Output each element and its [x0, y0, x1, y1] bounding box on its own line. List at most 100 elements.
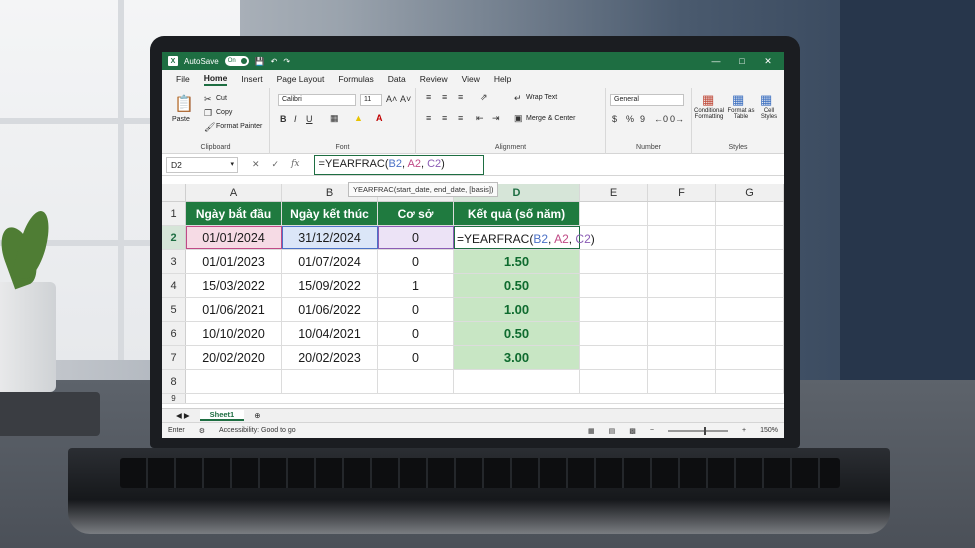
menu-home[interactable]: Home	[203, 73, 228, 86]
align-middle-icon[interactable]: ≡	[442, 92, 447, 102]
increase-indent-icon[interactable]: ⇥	[492, 113, 500, 124]
cell-styles-icon[interactable]: ▦	[760, 92, 772, 108]
column-header-f[interactable]: F	[648, 184, 716, 201]
formula-input[interactable]: =YEARFRAC(B2, A2, C2)	[313, 154, 484, 175]
empty-cell[interactable]	[580, 226, 648, 249]
zoom-slider[interactable]	[668, 426, 728, 435]
undo-icon[interactable]: ↶	[271, 57, 278, 66]
empty-cell[interactable]	[648, 322, 716, 345]
cell-b6[interactable]: 10/04/2021	[282, 322, 378, 345]
zoom-level[interactable]: 150%	[760, 427, 778, 434]
page-layout-view-icon[interactable]: ▤	[609, 427, 616, 435]
underline-icon[interactable]: U	[306, 114, 313, 124]
merge-center-button[interactable]: Merge & Center	[526, 115, 575, 122]
insert-function-icon[interactable]: fx	[291, 159, 299, 170]
empty-cell[interactable]	[580, 298, 648, 321]
empty-cell[interactable]	[648, 370, 716, 393]
cell-c2[interactable]: 0	[378, 226, 454, 249]
cell-d4[interactable]: 0.50	[454, 274, 580, 297]
cell-b2[interactable]: 31/12/2024	[282, 226, 378, 249]
enter-icon[interactable]: ✓	[272, 159, 280, 170]
row-header-6[interactable]: 6	[162, 322, 186, 345]
header-result[interactable]: Kết quả (số năm)	[454, 202, 580, 225]
empty-cell[interactable]	[580, 370, 648, 393]
cell-c3[interactable]: 0	[378, 250, 454, 273]
bold-icon[interactable]: B	[280, 114, 287, 124]
redo-icon[interactable]: ↷	[283, 57, 290, 66]
menu-insert[interactable]: Insert	[241, 74, 262, 84]
add-sheet-icon[interactable]: ⊕	[254, 411, 260, 420]
empty-cell[interactable]	[716, 322, 784, 345]
zoom-in-icon[interactable]: +	[742, 427, 746, 434]
menu-page-layout[interactable]: Page Layout	[277, 74, 325, 84]
cell-c5[interactable]: 0	[378, 298, 454, 321]
cancel-icon[interactable]: ✕	[252, 159, 260, 170]
empty-cell[interactable]	[716, 370, 784, 393]
decrease-indent-icon[interactable]: ⇤	[476, 113, 484, 124]
cell-d6[interactable]: 0.50	[454, 322, 580, 345]
empty-cell[interactable]	[716, 202, 784, 225]
row-header-1[interactable]: 1	[162, 202, 186, 225]
orientation-icon[interactable]: ⇗	[480, 92, 488, 103]
row-header-9[interactable]: 9	[162, 394, 186, 403]
copy-icon[interactable]: ❐	[204, 108, 212, 119]
maximize-icon[interactable]: □	[732, 56, 752, 66]
empty-cell[interactable]	[580, 346, 648, 369]
empty-cell[interactable]	[580, 322, 648, 345]
align-left-icon[interactable]: ≡	[426, 113, 431, 123]
row-header-3[interactable]: 3	[162, 250, 186, 273]
empty-cell[interactable]	[378, 370, 454, 393]
conditional-formatting-button[interactable]: Conditional Formatting	[692, 108, 726, 120]
cell-d5[interactable]: 1.00	[454, 298, 580, 321]
menu-formulas[interactable]: Formulas	[338, 74, 373, 84]
align-bottom-icon[interactable]: ≡	[458, 92, 463, 102]
empty-cell[interactable]	[186, 370, 282, 393]
row-header-5[interactable]: 5	[162, 298, 186, 321]
cut-button[interactable]: Cut	[216, 95, 227, 102]
paste-icon[interactable]: 📋	[174, 94, 194, 114]
wrap-text-button[interactable]: Wrap Text	[526, 94, 557, 101]
cell-c7[interactable]: 0	[378, 346, 454, 369]
autosave-toggle[interactable]: On	[224, 56, 249, 66]
header-end-date[interactable]: Ngày kết thúc	[282, 202, 378, 225]
empty-cell[interactable]	[716, 226, 784, 249]
decrease-font-icon[interactable]: A˅	[400, 94, 411, 104]
row-header-8[interactable]: 8	[162, 370, 186, 393]
empty-cell[interactable]	[648, 250, 716, 273]
close-icon[interactable]: ✕	[758, 56, 778, 67]
empty-cell[interactable]	[648, 346, 716, 369]
cell-b5[interactable]: 01/06/2022	[282, 298, 378, 321]
cell-a3[interactable]: 01/01/2023	[186, 250, 282, 273]
empty-cell[interactable]	[580, 274, 648, 297]
increase-font-icon[interactable]: A˄	[386, 94, 397, 104]
cell-styles-button[interactable]: Cell Styles	[756, 108, 782, 120]
menu-data[interactable]: Data	[388, 74, 406, 84]
empty-cell[interactable]	[580, 202, 648, 225]
column-header-g[interactable]: G	[716, 184, 784, 201]
row-header-7[interactable]: 7	[162, 346, 186, 369]
cell-a4[interactable]: 15/03/2022	[186, 274, 282, 297]
zoom-out-icon[interactable]: −	[650, 427, 654, 434]
cell-b7[interactable]: 20/02/2023	[282, 346, 378, 369]
accessibility-status[interactable]: Accessibility: Good to go	[219, 427, 296, 434]
minimize-icon[interactable]: —	[706, 56, 726, 66]
cell-c4[interactable]: 1	[378, 274, 454, 297]
cell-d2-editing[interactable]: =YEARFRAC(B2, A2, C2)	[454, 226, 595, 249]
merge-icon[interactable]: ▣	[514, 113, 523, 124]
paste-label[interactable]: Paste	[172, 116, 190, 123]
normal-view-icon[interactable]: ▦	[588, 427, 595, 435]
column-header-e[interactable]: E	[580, 184, 648, 201]
empty-cell[interactable]	[282, 370, 378, 393]
cell-c6[interactable]: 0	[378, 322, 454, 345]
menu-review[interactable]: Review	[420, 74, 448, 84]
number-format-select[interactable]: General	[610, 94, 684, 106]
empty-cell[interactable]	[716, 250, 784, 273]
increase-decimal-icon[interactable]: ←0	[654, 114, 668, 124]
currency-icon[interactable]: $	[612, 114, 617, 124]
cell-a5[interactable]: 01/06/2021	[186, 298, 282, 321]
empty-cell[interactable]	[716, 346, 784, 369]
menu-view[interactable]: View	[462, 74, 480, 84]
italic-icon[interactable]: I	[294, 114, 297, 124]
format-table-icon[interactable]: ▦	[732, 92, 744, 108]
row-header-4[interactable]: 4	[162, 274, 186, 297]
